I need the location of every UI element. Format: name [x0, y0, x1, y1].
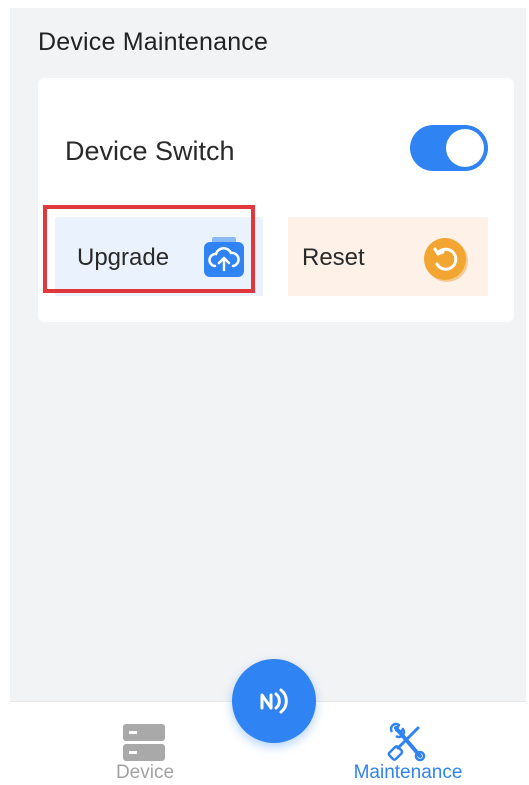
- tools-icon: [387, 722, 426, 762]
- page-title: Device Maintenance: [38, 28, 269, 56]
- tab-maintenance[interactable]: Maintenance: [328, 702, 488, 785]
- tab-device-label: Device: [115, 762, 175, 783]
- upgrade-highlight-box: [43, 205, 255, 293]
- toggle-knob: [446, 129, 484, 167]
- device-switch-toggle[interactable]: [410, 125, 488, 171]
- reset-icon: [424, 238, 468, 282]
- reset-button[interactable]: Reset: [288, 217, 488, 296]
- tab-maintenance-label: Maintenance: [353, 762, 463, 783]
- tab-device[interactable]: Device: [65, 702, 225, 785]
- device-switch-label: Device Switch: [65, 136, 235, 166]
- app-screen: Device Maintenance Device Switch Upgrade…: [10, 8, 526, 785]
- nfc-icon: [260, 688, 288, 714]
- nfc-button[interactable]: [232, 659, 316, 743]
- server-icon: [123, 724, 165, 761]
- reset-label: Reset: [302, 244, 365, 271]
